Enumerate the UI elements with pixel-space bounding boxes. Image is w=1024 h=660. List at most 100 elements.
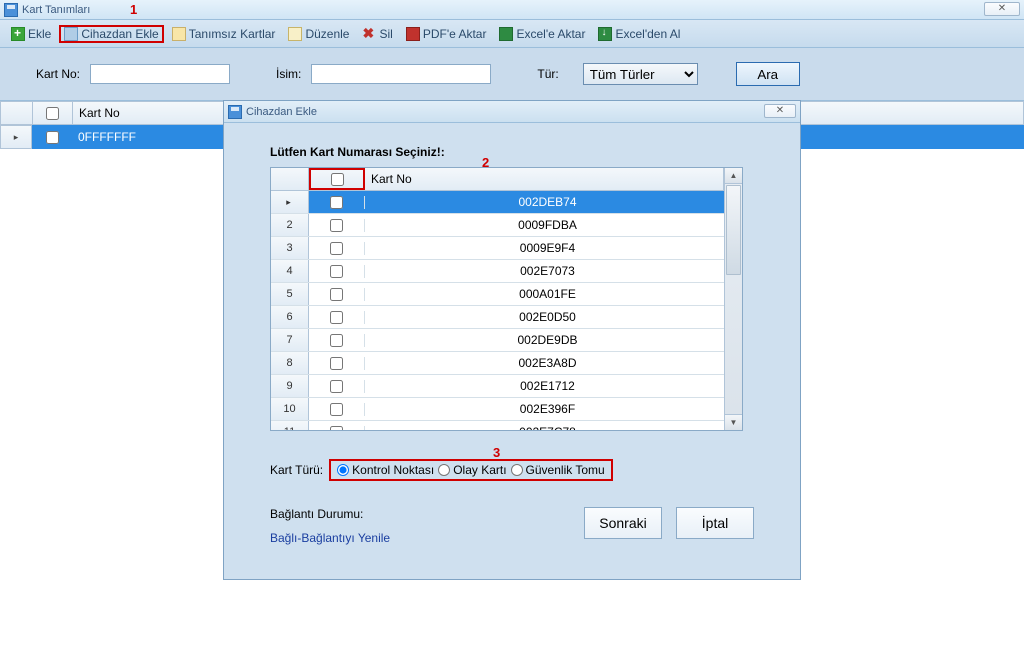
card-icon	[172, 27, 186, 41]
window-close-button[interactable]: ✕	[984, 2, 1020, 16]
card-table-row[interactable]: 002DEB74	[271, 191, 724, 214]
card-table-row-checkbox[interactable]	[330, 242, 343, 255]
card-table-row[interactable]: 10 002E396F	[271, 398, 724, 421]
kart-turu-row: Kart Türü: Kontrol Noktası Olay Kartı Gü…	[270, 459, 754, 481]
sil-button[interactable]: ✖ Sil	[357, 25, 397, 43]
iptal-button[interactable]: İptal	[676, 507, 754, 539]
card-table-row[interactable]: 8002E3A8D	[271, 352, 724, 375]
excel-export-label: Excel'e Aktar	[516, 27, 585, 41]
card-table-row[interactable]: 9002E1712	[271, 375, 724, 398]
modal-title: Cihazdan Ekle	[246, 106, 317, 118]
card-table-header-kartno[interactable]: Kart No	[365, 168, 724, 190]
card-table-row-num: 4	[271, 260, 309, 282]
card-table-header-checkbox-cell	[309, 168, 365, 190]
card-table-row[interactable]: 5000A01FE	[271, 283, 724, 306]
cihazdan-ekle-modal: Cihazdan Ekle ✕ Lütfen Kart Numarası Seç…	[223, 100, 801, 580]
tanimsiz-kartlar-button[interactable]: Tanımsız Kartlar	[167, 25, 281, 43]
isim-input[interactable]	[311, 64, 491, 84]
card-table-header: Kart No	[271, 168, 724, 191]
card-table-row-checkbox[interactable]	[330, 334, 343, 347]
scroll-thumb[interactable]	[726, 185, 741, 275]
card-table-row-checkbox[interactable]	[330, 357, 343, 370]
radio-olay-karti-input[interactable]	[438, 464, 450, 476]
card-table-row-num: 6	[271, 306, 309, 328]
ekle-label: Ekle	[28, 27, 51, 41]
duzenle-label: Düzenle	[305, 27, 349, 41]
sonraki-button[interactable]: Sonraki	[584, 507, 662, 539]
card-table-row-checkbox-cell	[309, 403, 365, 416]
excel-import-icon	[598, 27, 612, 41]
scroll-up-icon[interactable]: ▲	[725, 168, 742, 184]
card-table-row-checkbox-cell	[309, 196, 365, 209]
radio-olay-karti[interactable]: Olay Kartı	[438, 463, 506, 477]
card-table-row-checkbox-cell	[309, 219, 365, 232]
card-table-row-num: 7	[271, 329, 309, 351]
grid-row-kartno: 0FFFFFFF	[72, 130, 136, 144]
connection-area: Bağlantı Durumu: Bağlı-Bağlantıyı Yenile	[270, 507, 390, 545]
scroll-down-icon[interactable]: ▼	[725, 414, 742, 430]
card-table-row-kartno: 002DEB74	[365, 195, 724, 209]
card-table-row-checkbox[interactable]	[330, 265, 343, 278]
isim-label: İsim:	[276, 67, 301, 81]
delete-icon: ✖	[362, 27, 376, 41]
grid-row-checkbox[interactable]	[46, 131, 59, 144]
modal-title-bar: Cihazdan Ekle ✕	[224, 101, 800, 123]
connection-refresh-link[interactable]: Bağlı-Bağlantıyı Yenile	[270, 531, 390, 545]
card-table-row-num: 2	[271, 214, 309, 236]
card-table-header-rownum	[271, 168, 309, 190]
card-table-row[interactable]: 11002E7C78	[271, 421, 724, 430]
card-table-row[interactable]: 7002DE9DB	[271, 329, 724, 352]
card-table-row-kartno: 002E3A8D	[365, 356, 724, 370]
card-table-row-num: 9	[271, 375, 309, 397]
card-table-row-num: 10	[271, 398, 309, 420]
card-table-row-checkbox-cell	[309, 242, 365, 255]
excel-export-button[interactable]: Excel'e Aktar	[494, 25, 590, 43]
main-toolbar: Ekle Cihazdan Ekle Tanımsız Kartlar Düze…	[0, 20, 1024, 48]
cihazdan-ekle-label: Cihazdan Ekle	[81, 27, 158, 41]
radio-guvenlik-tomu[interactable]: Güvenlik Tomu	[511, 463, 605, 477]
excel-import-label: Excel'den Al	[615, 27, 680, 41]
card-table-row-kartno: 002E396F	[365, 402, 724, 416]
card-table-row-checkbox-cell	[309, 426, 365, 431]
radio-kontrol-noktasi[interactable]: Kontrol Noktası	[337, 463, 434, 477]
card-table-row-checkbox[interactable]	[330, 426, 343, 431]
card-table-row-kartno: 002E7C78	[365, 425, 724, 430]
card-table-row[interactable]: 20009FDBA	[271, 214, 724, 237]
card-table-row-num: 3	[271, 237, 309, 259]
pdf-icon	[406, 27, 420, 41]
ekle-button[interactable]: Ekle	[6, 25, 56, 43]
grid-header-checkbox[interactable]	[46, 107, 59, 120]
modal-close-button[interactable]: ✕	[764, 104, 796, 118]
card-table-row[interactable]: 6002E0D50	[271, 306, 724, 329]
card-table-row-num	[271, 191, 309, 213]
kartno-label: Kart No:	[36, 67, 80, 81]
annotation-2: 2	[482, 155, 489, 170]
radio-olay-karti-label: Olay Kartı	[453, 463, 506, 477]
radio-kontrol-noktasi-input[interactable]	[337, 464, 349, 476]
card-table-scrollbar[interactable]: ▲ ▼	[724, 168, 742, 430]
kartno-input[interactable]	[90, 64, 230, 84]
card-table-row-checkbox-cell	[309, 265, 365, 278]
ara-button[interactable]: Ara	[736, 62, 800, 86]
card-table-row-checkbox[interactable]	[330, 380, 343, 393]
card-table-row[interactable]: 4002E7073	[271, 260, 724, 283]
tur-label: Tür:	[537, 67, 558, 81]
card-table-row[interactable]: 30009E9F4	[271, 237, 724, 260]
window-title-bar: Kart Tanımları ✕	[0, 0, 1024, 20]
duzenle-button[interactable]: Düzenle	[283, 25, 354, 43]
radio-guvenlik-tomu-input[interactable]	[511, 464, 523, 476]
card-table-row-checkbox[interactable]	[330, 196, 343, 209]
connection-status-label: Bağlantı Durumu:	[270, 507, 363, 521]
card-table-row-checkbox[interactable]	[330, 288, 343, 301]
grid-row-indicator	[0, 125, 32, 149]
card-table-row-checkbox[interactable]	[330, 219, 343, 232]
card-table-header-checkbox[interactable]	[331, 173, 344, 186]
annotation-1: 1	[130, 2, 137, 17]
card-table-row-checkbox[interactable]	[330, 311, 343, 324]
grid-row-checkbox-cell	[32, 131, 72, 144]
pdf-export-button[interactable]: PDF'e Aktar	[401, 25, 492, 43]
tur-select[interactable]: Tüm Türler	[583, 63, 698, 85]
excel-import-button[interactable]: Excel'den Al	[593, 25, 685, 43]
cihazdan-ekle-button[interactable]: Cihazdan Ekle	[59, 25, 163, 43]
card-table-row-checkbox[interactable]	[330, 403, 343, 416]
